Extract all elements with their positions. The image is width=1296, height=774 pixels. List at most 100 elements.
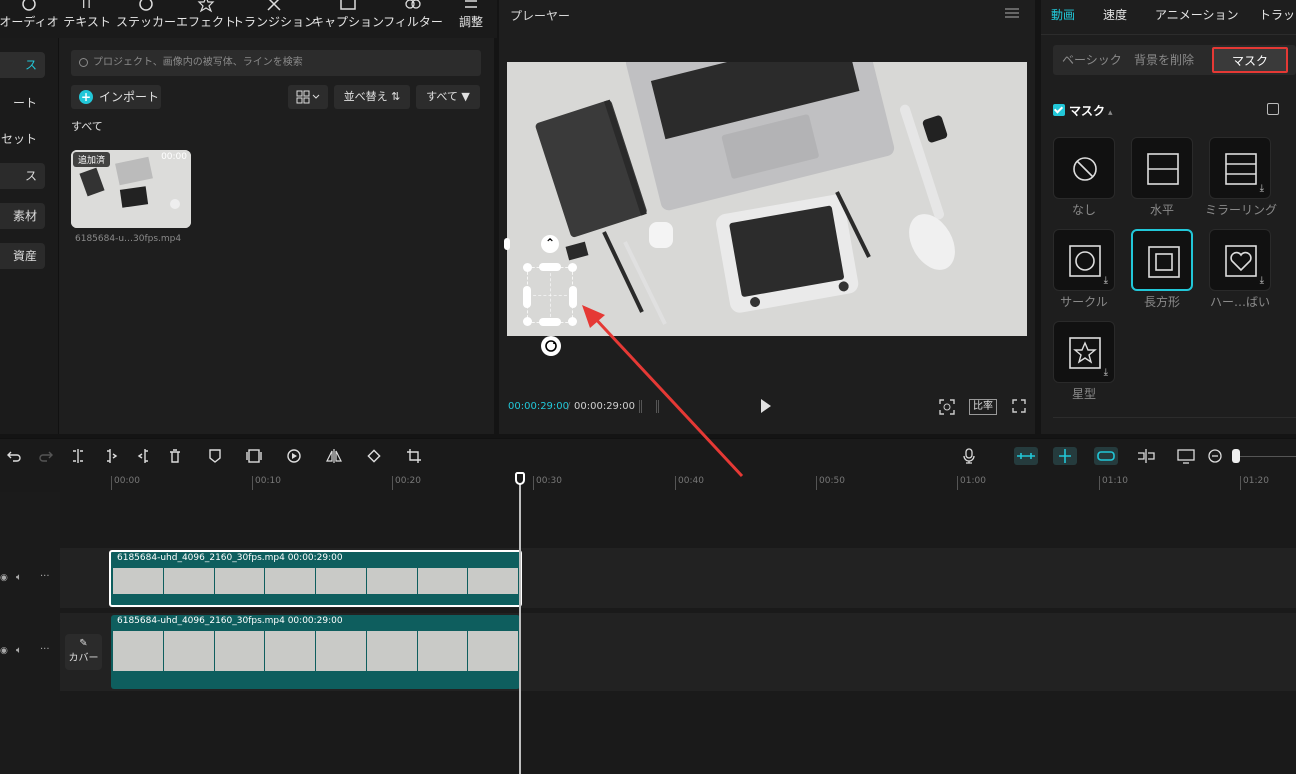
reset-icon[interactable]	[1267, 103, 1279, 115]
zoom-slider-handle[interactable]	[1232, 449, 1240, 463]
search-input[interactable]: プロジェクト、画像内の被写体、ラインを検索	[71, 50, 481, 76]
video-clip-main[interactable]: 6185684-uhd_4096_2160_30fps.mp4 00:00:29…	[111, 615, 520, 689]
split-icon[interactable]	[70, 448, 86, 464]
download-icon: ⤓	[1259, 275, 1264, 286]
undo-icon[interactable]	[6, 448, 22, 464]
speaker-icon[interactable]: 🔈︎	[16, 572, 22, 583]
split-right-icon[interactable]	[135, 448, 151, 464]
tab-video[interactable]: 動画	[1051, 6, 1075, 23]
redo-icon[interactable]	[38, 448, 54, 464]
zoom-out-icon[interactable]	[1207, 448, 1223, 464]
menu-icon[interactable]	[1005, 8, 1019, 18]
magnet-toggle[interactable]	[1053, 447, 1077, 465]
tab-effect[interactable]: エフェクト	[176, 0, 236, 38]
tab-text[interactable]: TI テキスト	[63, 0, 111, 38]
subtab-basic[interactable]: ベーシック	[1062, 45, 1122, 75]
mask-edge-handle[interactable]	[504, 238, 510, 250]
tab-speed[interactable]: 速度	[1103, 6, 1127, 23]
mask-section-header[interactable]: マスク ▴	[1053, 102, 1113, 119]
preview-axis-icon[interactable]	[1136, 448, 1156, 464]
more-icon[interactable]: ···	[40, 571, 50, 582]
tab-animation[interactable]: アニメーション	[1155, 6, 1239, 23]
view-toggle-button[interactable]	[288, 85, 328, 109]
timecode-format-icon[interactable]	[639, 400, 659, 413]
effect-icon	[197, 0, 215, 13]
freeze-icon[interactable]	[246, 448, 262, 464]
screen-icon[interactable]	[1177, 448, 1195, 464]
nav-item-media[interactable]: ス	[0, 52, 45, 78]
mask-handle-left[interactable]	[523, 286, 531, 308]
mask-option-mirror[interactable]: ⤓	[1209, 137, 1271, 199]
rotate-icon[interactable]	[366, 448, 382, 464]
tab-transition[interactable]: トランジション	[232, 0, 316, 38]
linkage-toggle[interactable]	[1094, 447, 1118, 465]
subtab-mask[interactable]: マスク	[1212, 47, 1288, 73]
tab-sticker-label: ステッカー	[116, 15, 177, 29]
speaker-icon[interactable]: 🔈︎	[16, 645, 22, 656]
ruler-mark: 01:10	[1099, 476, 1128, 490]
nav-item-assets[interactable]: 資産	[0, 243, 45, 269]
sort-button[interactable]: 並べ替え ⇅	[334, 85, 410, 109]
download-icon: ⤓	[1103, 367, 1108, 378]
nav-item-import[interactable]: ート	[0, 90, 45, 116]
split-left-icon[interactable]	[104, 448, 120, 464]
mask-handle-bottom[interactable]	[539, 318, 561, 326]
eye-icon[interactable]: ◉	[0, 573, 8, 583]
mask-handle-right[interactable]	[569, 286, 577, 308]
fullscreen-icon[interactable]	[1012, 399, 1026, 413]
eye-icon[interactable]: ◉	[0, 646, 8, 656]
more-icon[interactable]: ···	[40, 644, 50, 655]
marker-icon[interactable]	[207, 448, 223, 464]
tab-filter[interactable]: フィルター	[383, 0, 443, 38]
checkbox-icon[interactable]	[1053, 104, 1065, 116]
playhead[interactable]	[519, 472, 521, 774]
tab-audio[interactable]: オーディオ	[0, 0, 59, 38]
thumb-duration: 00:00	[161, 152, 187, 162]
microphone-icon[interactable]	[961, 448, 977, 464]
timeline-ruler[interactable]: 00:00 00:10 00:20 00:30 00:40 00:50 01:0…	[0, 472, 1296, 492]
cover-button[interactable]: ✎ カバー	[65, 634, 102, 670]
mask-option-horizontal[interactable]	[1131, 137, 1193, 199]
mask-handle-top[interactable]	[539, 263, 561, 271]
mask-option-heart[interactable]: ⤓	[1209, 229, 1271, 291]
nav-item-materials[interactable]: 素材	[0, 203, 45, 229]
tab-adjust[interactable]: 調整	[456, 0, 486, 38]
media-thumbnail[interactable]: 追加済 00:00	[71, 150, 191, 228]
delete-icon[interactable]	[167, 448, 183, 464]
mask-option-rectangle[interactable]	[1131, 229, 1193, 291]
video-preview[interactable]	[507, 62, 1027, 336]
playhead-handle[interactable]	[515, 472, 525, 485]
mirror-flip-icon[interactable]	[326, 448, 342, 464]
mask-option-none[interactable]	[1053, 137, 1115, 199]
mask-rectangle-frame[interactable]	[527, 267, 573, 323]
mask-option-circle[interactable]: ⤓	[1053, 229, 1115, 291]
filter-button[interactable]: すべて ▼	[416, 85, 480, 109]
reverse-icon[interactable]	[286, 448, 302, 464]
feather-handle-icon[interactable]: ⌃	[541, 235, 559, 253]
mask-corner-br[interactable]	[568, 317, 577, 326]
caption-icon	[340, 0, 356, 10]
mask-corner-tl[interactable]	[523, 263, 532, 272]
play-icon[interactable]	[761, 399, 771, 413]
tab-caption[interactable]: キャプション	[312, 0, 384, 38]
mask-label-star: 星型	[1071, 387, 1096, 401]
pencil-icon: ✎	[79, 638, 88, 649]
rotate-handle-icon[interactable]	[541, 336, 561, 356]
mask-label-horizontal: 水平	[1149, 203, 1174, 217]
video-clip-overlay[interactable]: 6185684-uhd_4096_2160_30fps.mp4 00:00:29…	[109, 550, 522, 607]
mask-corner-bl[interactable]	[523, 317, 532, 326]
rectangle-icon	[1148, 246, 1180, 278]
subtab-remove-bg[interactable]: 背景を削除	[1134, 45, 1194, 75]
mask-corner-tr[interactable]	[568, 263, 577, 272]
zoom-slider-track[interactable]	[1240, 456, 1296, 457]
import-button[interactable]: + インポート	[71, 85, 161, 109]
nav-item-library[interactable]: ス	[0, 163, 45, 189]
auto-snap-toggle[interactable]	[1014, 447, 1038, 465]
mask-option-star[interactable]: ⤓	[1053, 321, 1115, 383]
aspect-ratio-button[interactable]: 比率	[969, 399, 997, 415]
zoom-fit-icon[interactable]	[939, 399, 955, 415]
nav-item-preset[interactable]: リセット	[0, 126, 45, 152]
tab-sticker[interactable]: ステッカー	[116, 0, 177, 38]
tab-tracking[interactable]: トラッキ	[1259, 6, 1296, 23]
crop-icon[interactable]	[406, 448, 422, 464]
